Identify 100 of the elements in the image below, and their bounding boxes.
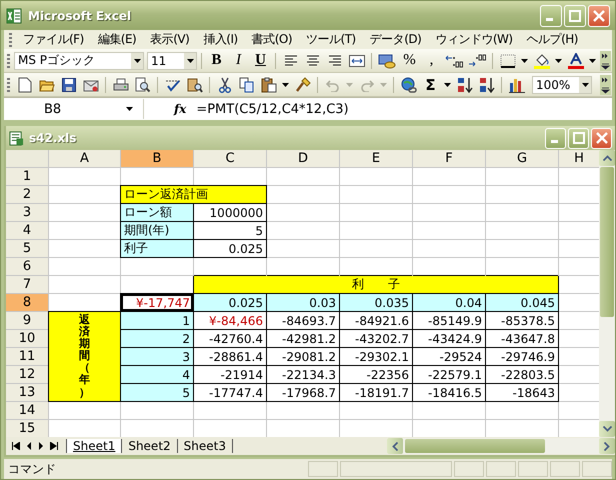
payment-value[interactable]: -21914	[194, 366, 266, 383]
toolbar-grip[interactable]	[7, 54, 10, 68]
year-label[interactable]: 2	[121, 330, 193, 347]
rate-header[interactable]: 0.035	[340, 294, 412, 311]
table-title[interactable]: ローン返済計画	[121, 186, 266, 203]
column-group-header[interactable]	[486, 276, 558, 293]
close-button[interactable]	[588, 4, 610, 26]
toolbar-grip[interactable]	[9, 32, 12, 46]
menu-item[interactable]: ファイル(F)	[16, 30, 90, 49]
column-header[interactable]: D	[267, 150, 339, 167]
sheet-tab[interactable]: Sheet1	[66, 439, 122, 453]
row-header[interactable]: 7	[6, 276, 48, 293]
sheet-tab[interactable]: Sheet3	[178, 439, 233, 453]
menu-item[interactable]: 挿入(I)	[196, 30, 244, 49]
payment-value[interactable]: -84921.6	[340, 312, 412, 329]
menu-item[interactable]: 編集(E)	[90, 30, 142, 49]
payment-value[interactable]: -85149.9	[413, 312, 485, 329]
payment-value[interactable]: -28861.4	[194, 348, 266, 365]
column-header[interactable]: C	[194, 150, 266, 167]
last-sheet-icon[interactable]	[50, 442, 58, 450]
input-value[interactable]: 1000000	[194, 204, 266, 221]
maximize-button[interactable]	[568, 128, 589, 148]
toolbar-options-icon[interactable]	[600, 74, 611, 94]
payment-value[interactable]: -22803.5	[486, 366, 558, 383]
column-header[interactable]: G	[486, 150, 558, 167]
italic-button[interactable]: I	[228, 50, 249, 70]
payment-value[interactable]: -29081.2	[267, 348, 339, 365]
row-header[interactable]: 1	[6, 168, 48, 185]
toolbar-options-icon[interactable]	[600, 50, 611, 70]
column-group-header[interactable]: 利 子	[340, 276, 412, 293]
scroll-left-button[interactable]	[387, 438, 403, 454]
payment-value[interactable]: -22356	[340, 366, 412, 383]
horizontal-scrollbar[interactable]	[387, 438, 615, 454]
next-sheet-icon[interactable]	[38, 442, 44, 450]
column-header[interactable]: H	[559, 150, 599, 167]
row-group-header[interactable]: 返済期間（年）	[49, 312, 120, 401]
row-header[interactable]: 9	[6, 312, 48, 329]
minimize-button[interactable]	[540, 4, 562, 26]
row-header[interactable]: 3	[6, 204, 48, 221]
row-header[interactable]: 10	[6, 330, 48, 347]
payment-value[interactable]: -17747.4	[194, 384, 266, 401]
row-label[interactable]: 利子	[121, 240, 193, 257]
dropdown-arrow-icon[interactable]	[282, 82, 289, 86]
underline-button[interactable]: U	[250, 50, 271, 70]
payment-value[interactable]: -29524	[413, 348, 485, 365]
payment-value[interactable]: -17968.7	[267, 384, 339, 401]
menu-item[interactable]: ツール(T)	[299, 30, 362, 49]
font-color-button[interactable]	[565, 50, 586, 70]
font-dropdown[interactable]: MS Pゴシック	[14, 52, 144, 70]
sheet-tab[interactable]: Sheet2	[122, 439, 178, 453]
menu-item[interactable]: 表示(V)	[143, 30, 196, 49]
font-size-dropdown[interactable]: 11	[147, 52, 197, 70]
row-header[interactable]: 13	[6, 384, 48, 401]
payment-value[interactable]: -42760.4	[194, 330, 266, 347]
input-value[interactable]: 0.025	[194, 240, 266, 257]
autosum-button[interactable]: Σ	[420, 74, 441, 94]
payment-value[interactable]: -43647.8	[486, 330, 558, 347]
payment-value[interactable]: -85378.5	[486, 312, 558, 329]
column-group-header[interactable]	[194, 276, 266, 293]
payment-value[interactable]: -84693.7	[267, 312, 339, 329]
row-header[interactable]: 11	[6, 348, 48, 365]
row-label[interactable]: ローン額	[121, 204, 193, 221]
comma-button[interactable]: ,	[421, 50, 442, 70]
rate-header[interactable]: 0.025	[194, 294, 266, 311]
first-sheet-icon[interactable]	[12, 442, 20, 450]
scroll-right-button[interactable]	[599, 438, 615, 454]
payment-value[interactable]: -22579.1	[413, 366, 485, 383]
payment-value[interactable]: -18191.7	[340, 384, 412, 401]
row-header[interactable]: 2	[6, 186, 48, 203]
zoom-dropdown[interactable]: 100%	[532, 76, 592, 94]
row-header[interactable]: 14	[6, 402, 48, 419]
maximize-button[interactable]	[564, 4, 586, 26]
year-label[interactable]: 3	[121, 348, 193, 365]
rate-header[interactable]: 0.045	[486, 294, 558, 311]
column-header[interactable]: B	[121, 150, 193, 167]
scroll-thumb[interactable]	[405, 439, 545, 453]
payment-value[interactable]: -22134.3	[267, 366, 339, 383]
vertical-scrollbar[interactable]	[599, 150, 615, 437]
year-label[interactable]: 4	[121, 366, 193, 383]
row-header[interactable]: 8	[6, 294, 48, 311]
column-header[interactable]: F	[413, 150, 485, 167]
menu-item[interactable]: ウィンドウ(W)	[428, 30, 519, 49]
dropdown-arrow-icon[interactable]	[555, 58, 562, 62]
row-header[interactable]: 4	[6, 222, 48, 239]
select-all-corner[interactable]	[6, 150, 48, 167]
scroll-up-button[interactable]	[599, 150, 615, 166]
row-header[interactable]: 15	[6, 420, 48, 437]
payment-value[interactable]: ¥-17,747	[121, 294, 193, 311]
payment-value[interactable]: -43424.9	[413, 330, 485, 347]
menu-item[interactable]: ヘルプ(H)	[520, 30, 584, 49]
dropdown-arrow-icon[interactable]	[589, 58, 596, 62]
payment-value[interactable]: -29302.1	[340, 348, 412, 365]
rate-header[interactable]: 0.04	[413, 294, 485, 311]
payment-value[interactable]: -43202.7	[340, 330, 412, 347]
payment-value[interactable]: -29746.9	[486, 348, 558, 365]
payment-value[interactable]: -18416.5	[413, 384, 485, 401]
percent-button[interactable]: %	[399, 50, 420, 70]
row-label[interactable]: 期間(年)	[121, 222, 193, 239]
scroll-down-button[interactable]	[599, 421, 615, 437]
payment-value[interactable]: -18643	[486, 384, 558, 401]
